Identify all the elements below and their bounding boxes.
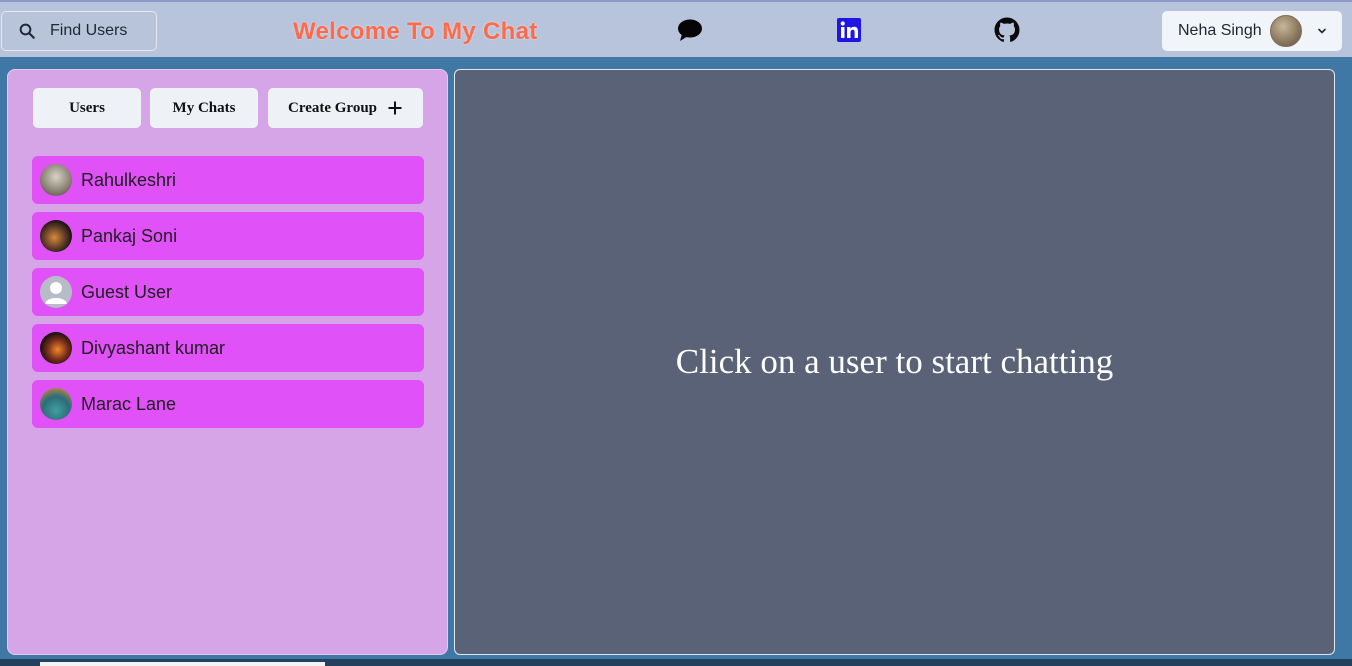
plus-icon [388,101,402,115]
find-users-button[interactable]: Find Users [1,11,157,51]
tab-users-label: Users [69,99,105,116]
user-name: Guest User [81,281,173,302]
profile-name: Neha Singh [1178,22,1262,39]
default-user-avatar-icon [40,276,72,308]
chevron-down-icon [1317,28,1326,34]
create-group-button[interactable]: Create Group [268,88,423,128]
bottom-strip-segment [40,662,325,666]
top-bar: Find Users Welcome To My Chat Neha Singh [0,0,1352,57]
create-group-label: Create Group [287,99,378,116]
chat-sidebar: Users My Chats Create Group Rahulkeshri … [7,69,448,655]
user-avatar [40,220,72,252]
user-avatar [40,164,72,196]
user-list: Rahulkeshri Pankaj Soni Guest User Divya… [32,156,424,436]
user-avatar [40,388,72,420]
user-item[interactable]: Rahulkeshri [32,156,424,204]
find-users-label: Find Users [50,22,128,39]
linkedin-icon[interactable] [836,17,862,43]
app-title: Welcome To My Chat [293,18,538,45]
user-name: Divyashant kumar [81,337,226,358]
user-item[interactable]: Pankaj Soni [32,212,424,260]
user-avatar [40,332,72,364]
chat-bubble-icon[interactable] [677,17,703,43]
user-name: Pankaj Soni [81,225,178,246]
user-name: Marac Lane [81,393,177,414]
bottom-strip [0,659,1352,666]
user-item[interactable]: Divyashant kumar [32,324,424,372]
profile-menu-button[interactable]: Neha Singh [1162,11,1342,51]
chat-panel: Click on a user to start chatting [454,69,1335,655]
profile-avatar [1269,15,1302,47]
user-name: Rahulkeshri [81,169,177,190]
tab-my-chats-label: My Chats [172,99,236,116]
tab-my-chats[interactable]: My Chats [150,88,258,128]
github-icon[interactable] [994,17,1020,43]
tab-users[interactable]: Users [33,88,141,128]
search-icon [19,23,35,39]
empty-chat-placeholder: Click on a user to start chatting [675,342,1114,381]
user-item[interactable]: Guest User [32,268,424,316]
user-item[interactable]: Marac Lane [32,380,424,428]
